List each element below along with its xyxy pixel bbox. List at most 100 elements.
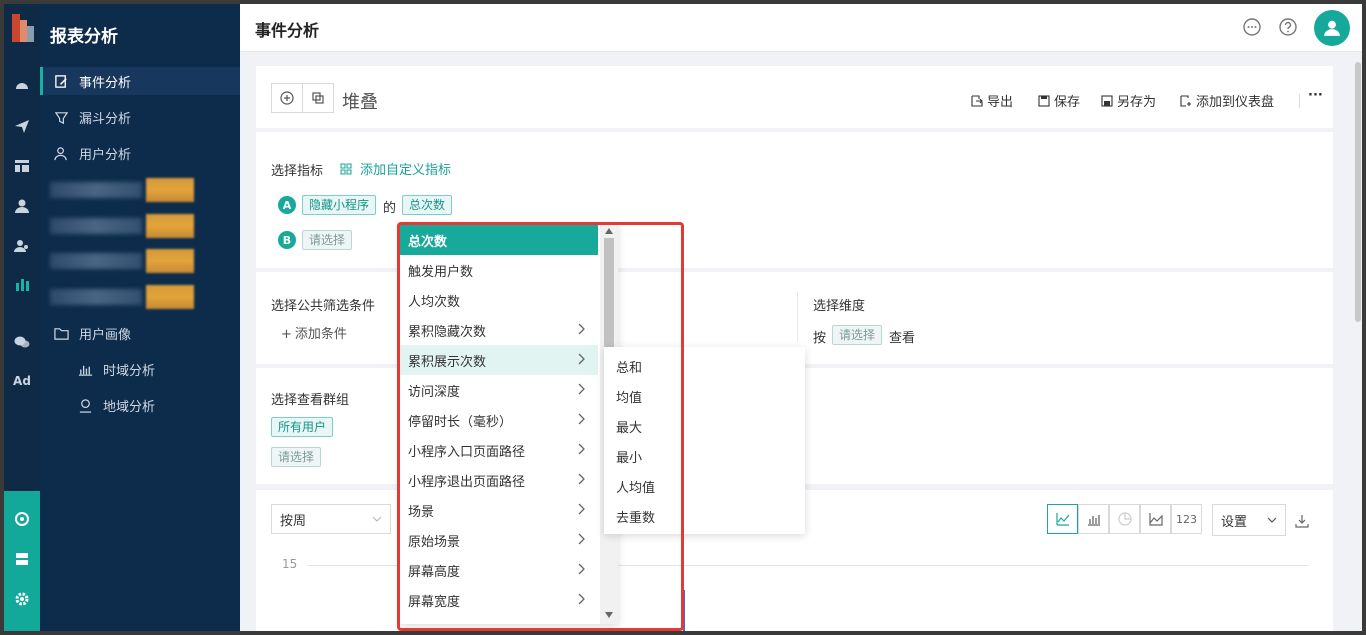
dropdown-item[interactable]: 人均次数	[400, 285, 598, 315]
sidebar-item-funnel-analysis[interactable]: 漏斗分析	[40, 103, 240, 131]
add-to-dashboard-button[interactable]: 添加到仪表盘	[1180, 91, 1274, 110]
submenu-item[interactable]: 总和	[616, 357, 642, 376]
dashboard-icon[interactable]	[4, 74, 40, 98]
sidebar-item-region-analysis[interactable]: 地域分析	[40, 391, 240, 419]
event-select[interactable]: 隐藏小程序	[302, 195, 377, 215]
metric-label: 选择指标	[271, 164, 324, 179]
ad-icon[interactable]: Ad	[4, 369, 40, 393]
number-view-button[interactable]: 123	[1171, 504, 1202, 534]
dropdown-item-label: 总次数	[408, 234, 448, 250]
submenu-item[interactable]: 去重数	[616, 507, 655, 526]
dropdown-item[interactable]: 小程序退出页面路径	[400, 465, 598, 495]
redacted-item	[50, 214, 194, 238]
dimension-label: 选择维度	[813, 299, 866, 314]
more-button[interactable]: ···	[1308, 88, 1323, 103]
save-as-button[interactable]: 另存为	[1101, 91, 1156, 110]
dropdown-item-label: 原始场景	[408, 534, 461, 550]
user-outline-icon	[54, 146, 67, 160]
dropdown-item-label: 触发用户数	[408, 264, 474, 280]
dropdown-item[interactable]: 屏幕宽度	[400, 585, 598, 615]
copy-icon	[312, 92, 324, 104]
dropdown-item[interactable]: 触发用户数	[400, 255, 598, 285]
save-as-label: 另存为	[1117, 95, 1157, 110]
scrollbar-thumb[interactable]	[604, 238, 614, 358]
sidebar-item-user-analysis[interactable]: 用户分析	[40, 139, 240, 167]
page-scrollbar-thumb[interactable]	[1355, 62, 1361, 322]
send-icon[interactable]	[4, 114, 40, 138]
chart-title[interactable]: 堆叠	[342, 88, 378, 114]
scroll-up-icon[interactable]	[605, 228, 613, 234]
metric-badge-a: A	[278, 196, 296, 214]
save-button[interactable]: 保存	[1038, 91, 1080, 110]
export-label: 导出	[987, 95, 1014, 110]
divider	[1299, 94, 1300, 108]
settings-select[interactable]: 设置	[1212, 504, 1286, 536]
sidebar-brand: 报表分析	[50, 27, 118, 47]
user-icon[interactable]	[4, 194, 40, 218]
edit-icon	[55, 74, 67, 88]
sidebar-item-label: 用户分析	[79, 147, 132, 163]
server-icon[interactable]	[4, 547, 40, 571]
dimension-select[interactable]: 请选择	[832, 325, 883, 345]
submenu-item[interactable]: 人均值	[616, 477, 655, 496]
message-icon[interactable]	[1242, 17, 1262, 37]
sidebar-item-event-analysis[interactable]: 事件分析	[40, 67, 240, 95]
add-custom-metric-label: 添加自定义指标	[360, 163, 452, 178]
filter-label: 选择公共筛选条件	[271, 299, 376, 314]
dropdown-item[interactable]: 小程序入口页面路径	[400, 435, 598, 465]
of-text: 的	[383, 201, 397, 216]
help-icon[interactable]	[1278, 17, 1298, 37]
dropdown-item[interactable]: 停留时长（毫秒）	[400, 405, 598, 435]
scroll-down-icon[interactable]	[605, 612, 613, 618]
users-icon[interactable]	[4, 234, 40, 258]
dropdown-item-label: 累积隐藏次数	[408, 324, 487, 340]
sidebar-item-label: 事件分析	[79, 75, 132, 91]
add-custom-metric-link[interactable]: 添加自定义指标	[340, 159, 451, 178]
plus-circle-icon	[280, 91, 294, 105]
copy-button[interactable]	[302, 83, 334, 113]
area-chart-button[interactable]	[1140, 504, 1171, 534]
line-chart-button[interactable]	[1047, 504, 1078, 534]
aggregation-submenu: 总和均值最大最小人均值去重数	[604, 347, 805, 534]
group-select[interactable]: 请选择	[271, 447, 322, 467]
pie-chart-button[interactable]	[1109, 504, 1140, 534]
app-logo	[12, 14, 34, 42]
chevron-right-icon	[578, 473, 585, 485]
metric-select[interactable]: 总次数	[402, 195, 453, 215]
chart-series-line	[683, 590, 685, 631]
redacted-item	[50, 249, 194, 273]
bar-chart-icon[interactable]	[4, 272, 40, 296]
sidebar-item-user-portrait[interactable]: 用户画像	[40, 319, 240, 347]
event-select-b[interactable]: 请选择	[302, 230, 353, 250]
submenu-item[interactable]: 均值	[616, 387, 642, 406]
bar-chart-button[interactable]	[1078, 504, 1109, 534]
submenu-item[interactable]: 最大	[616, 417, 642, 436]
dropdown-item[interactable]: 原始场景	[400, 525, 598, 555]
group-all-users[interactable]: 所有用户	[271, 417, 334, 437]
sidebar-item-label: 时域分析	[103, 363, 156, 379]
save-icon	[1038, 94, 1050, 107]
add-condition-button[interactable]: + 添加条件	[281, 323, 347, 342]
export-button[interactable]: 导出	[971, 91, 1013, 110]
add-dashboard-icon	[1180, 94, 1191, 107]
dropdown-item[interactable]: 累积隐藏次数	[400, 315, 598, 345]
download-icon[interactable]	[1295, 514, 1309, 528]
dropdown-item[interactable]: 总次数	[400, 225, 598, 255]
sidebar-item-label: 漏斗分析	[79, 111, 132, 127]
period-select[interactable]: 按周	[271, 504, 391, 534]
dropdown-item[interactable]: 访问深度	[400, 375, 598, 405]
add-button[interactable]	[271, 83, 303, 113]
page-scrollbar[interactable]	[1354, 52, 1362, 631]
sidebar-item-time-analysis[interactable]: 时域分析	[40, 355, 240, 383]
top-header: 事件分析	[240, 4, 1362, 52]
wechat-icon[interactable]	[4, 330, 40, 354]
dropdown-item[interactable]: 屏幕高度	[400, 555, 598, 585]
submenu-item[interactable]: 最小	[616, 447, 642, 466]
dropdown-item-label: 人均次数	[408, 294, 461, 310]
gear-icon[interactable]	[4, 587, 40, 611]
dropdown-item[interactable]: 场景	[400, 495, 598, 525]
dropdown-item[interactable]: 累积展示次数	[400, 345, 598, 375]
target-icon[interactable]	[4, 507, 40, 531]
layout-icon[interactable]	[4, 154, 40, 178]
avatar[interactable]	[1314, 10, 1350, 46]
